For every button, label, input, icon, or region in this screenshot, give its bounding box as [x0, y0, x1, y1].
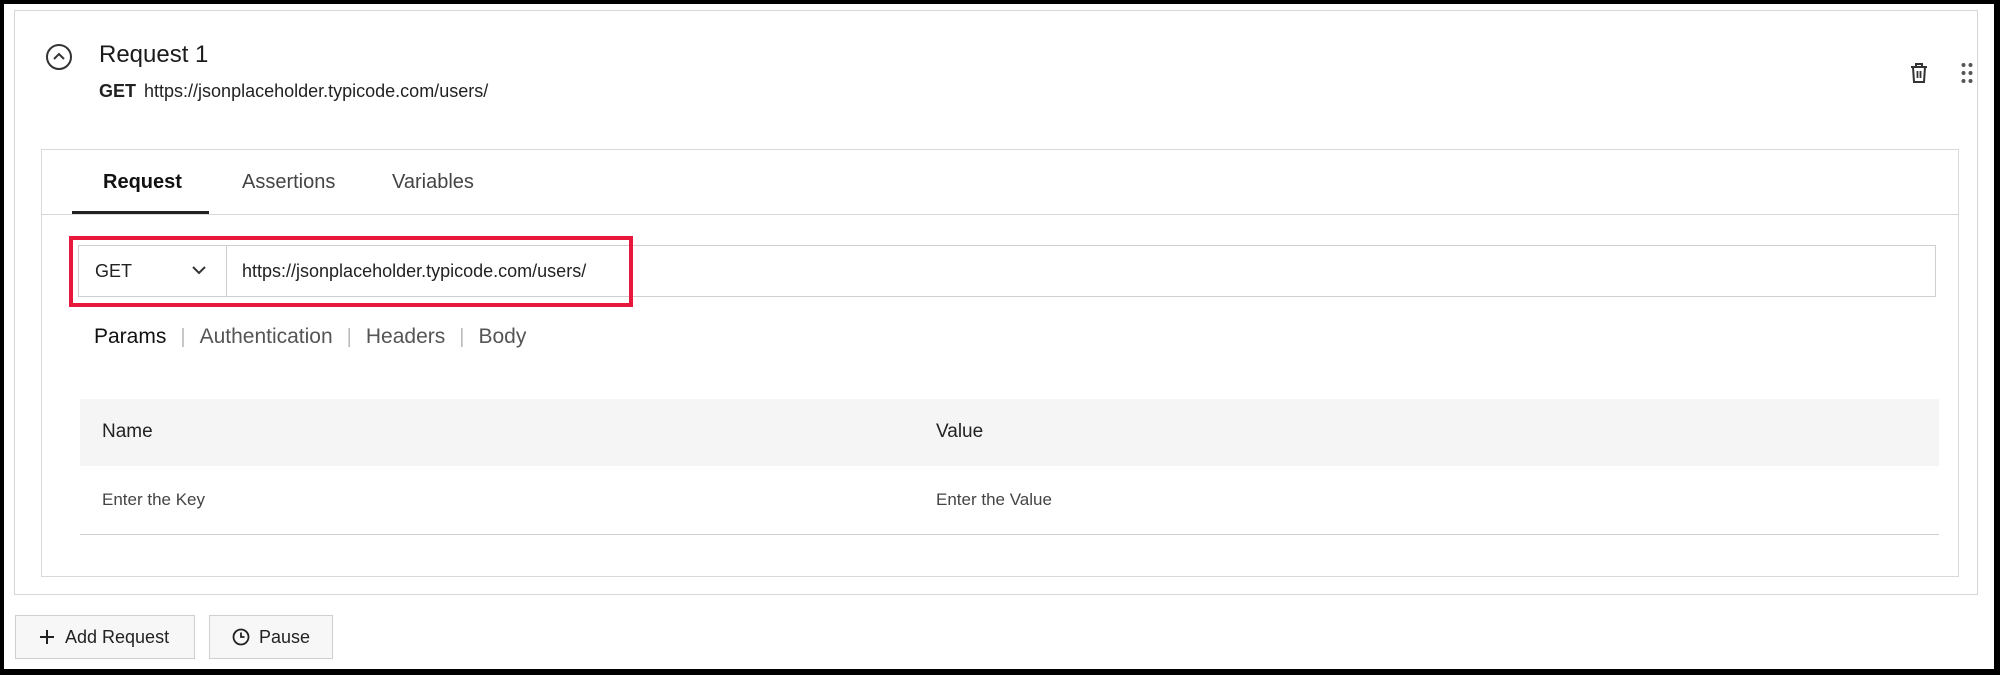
- table-header: Name Value: [80, 399, 1939, 466]
- subtab-params[interactable]: Params: [94, 325, 166, 349]
- clock-icon: [232, 628, 250, 646]
- tab-variables[interactable]: Variables: [392, 150, 474, 214]
- request-subtabs: Params | Authentication | Headers | Body: [94, 322, 526, 352]
- drag-handle-icon[interactable]: [1960, 61, 1974, 85]
- request-method: GET: [99, 81, 137, 101]
- add-request-button[interactable]: Add Request: [15, 615, 195, 659]
- tab-assertions[interactable]: Assertions: [242, 150, 335, 214]
- collapse-button[interactable]: [46, 44, 72, 70]
- subtab-separator: |: [180, 325, 186, 348]
- value-input[interactable]: Enter the Value: [936, 490, 1052, 510]
- pause-button[interactable]: Pause: [209, 615, 333, 659]
- add-request-label: Add Request: [65, 626, 170, 647]
- chevron-up-icon: [53, 52, 65, 60]
- request-url: https://jsonplaceholder.typicode.com/use…: [144, 81, 489, 101]
- subtab-separator: |: [459, 325, 465, 348]
- plus-icon: [40, 630, 54, 644]
- subtab-separator: |: [346, 325, 352, 348]
- method-select[interactable]: GET: [79, 246, 227, 296]
- request-summary: GET https://jsonplaceholder.typicode.com/…: [99, 81, 488, 102]
- chevron-down-icon: [192, 266, 206, 275]
- request-editor-panel: Request Assertions Variables GET Params …: [41, 149, 1959, 577]
- column-header-value: Value: [936, 421, 984, 442]
- params-table: Name Value Enter the Key Enter the Value: [80, 399, 1939, 535]
- editor-tabs: Request Assertions Variables: [42, 150, 1958, 215]
- pause-label: Pause: [259, 626, 311, 647]
- url-bar: GET: [78, 245, 1936, 297]
- trash-icon[interactable]: [1908, 61, 1930, 85]
- column-header-name: Name: [102, 421, 153, 442]
- table-row: Enter the Key Enter the Value: [80, 466, 1939, 535]
- method-select-value: GET: [95, 261, 133, 281]
- request-card: Request 1 GET https://jsonplaceholder.typ…: [14, 10, 1978, 595]
- tab-request[interactable]: Request: [103, 150, 182, 214]
- subtab-body[interactable]: Body: [478, 325, 526, 349]
- subtab-headers[interactable]: Headers: [366, 325, 445, 349]
- subtab-authentication[interactable]: Authentication: [200, 325, 333, 349]
- active-tab-indicator: [72, 211, 209, 214]
- url-input[interactable]: [227, 246, 1927, 296]
- request-title: Request 1: [99, 41, 209, 68]
- app-frame: Request 1 GET https://jsonplaceholder.typ…: [4, 4, 1994, 669]
- key-input[interactable]: Enter the Key: [102, 490, 205, 510]
